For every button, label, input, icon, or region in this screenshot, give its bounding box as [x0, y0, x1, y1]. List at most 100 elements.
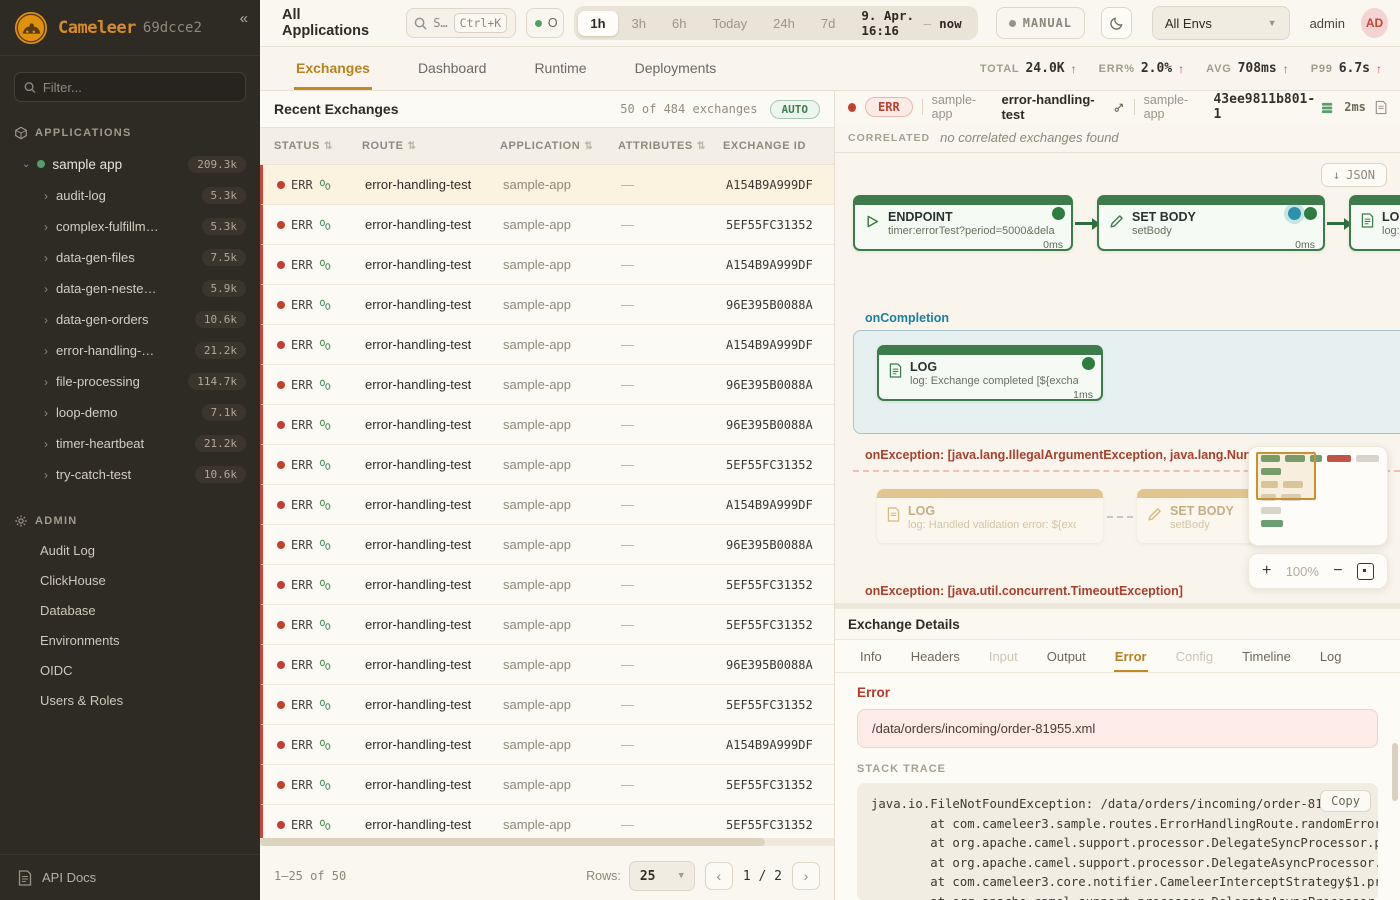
time-range-option[interactable]: 7d: [809, 11, 847, 36]
environment-select[interactable]: All Envs ▼: [1152, 6, 1290, 40]
table-footer: 1–25 of 50 Rows: 25 ▼ ‹ 1 / 2 ›: [260, 845, 834, 900]
main-tab[interactable]: Exchanges: [294, 48, 372, 90]
horizontal-scrollbar[interactable]: [260, 838, 834, 846]
prev-page-button[interactable]: ‹: [705, 862, 733, 890]
sidebar-route-item[interactable]: › loop-demo 7.1k: [0, 397, 260, 428]
stack-trace-block[interactable]: java.io.FileNotFoundException: /data/ord…: [857, 783, 1378, 900]
global-search[interactable]: S… Ctrl+K: [406, 8, 516, 38]
zoom-in-button[interactable]: +: [1262, 562, 1271, 580]
on-completion-log-node[interactable]: LOG log: Exchange completed [${exchan 1m…: [877, 345, 1103, 401]
admin-menu-item[interactable]: OIDC: [0, 655, 260, 685]
details-tab[interactable]: Error: [1114, 641, 1148, 672]
time-range-option[interactable]: 24h: [761, 11, 807, 36]
error-dot-icon: [277, 461, 285, 469]
admin-menu-item[interactable]: Audit Log: [0, 535, 260, 565]
sidebar-route-item[interactable]: › file-processing 114.7k: [0, 366, 260, 397]
admin-menu-item[interactable]: ClickHouse: [0, 565, 260, 595]
column-header[interactable]: APPLICATION ⇅: [500, 140, 618, 152]
next-page-button[interactable]: ›: [792, 862, 820, 890]
trace-footprints-icon: [319, 379, 331, 391]
details-tab[interactable]: Timeline: [1241, 641, 1292, 672]
zoom-out-button[interactable]: −: [1333, 562, 1342, 580]
admin-menu-item[interactable]: Users & Roles: [0, 685, 260, 715]
rows-per-page-select[interactable]: 25 ▼: [629, 861, 695, 891]
details-tab[interactable]: Input: [988, 641, 1019, 672]
sidebar-route-item[interactable]: › audit-log 5.3k: [0, 180, 260, 211]
time-range-option[interactable]: Today: [700, 11, 759, 36]
table-row[interactable]: ERR error-handling-test sample-app — 5EF…: [260, 685, 834, 725]
table-row[interactable]: ERR error-handling-test sample-app — A15…: [260, 245, 834, 285]
sidebar-route-item[interactable]: › try-catch-test 10.6k: [0, 459, 260, 490]
stored-stack-icon: [1321, 101, 1333, 114]
flow-node-endpoint[interactable]: ENDPOINT timer:errorTest?period=5000&del…: [853, 195, 1073, 251]
table-row[interactable]: ERR error-handling-test sample-app — 5EF…: [260, 445, 834, 485]
table-row[interactable]: ERR error-handling-test sample-app — 5EF…: [260, 765, 834, 805]
flow-node-setbody[interactable]: SET BODY setBody 0ms: [1097, 195, 1325, 251]
details-tab[interactable]: Headers: [910, 641, 961, 672]
admin-menu-item[interactable]: Database: [0, 595, 260, 625]
filter-input[interactable]: [43, 80, 236, 95]
column-header[interactable]: STATUS ⇅: [274, 140, 362, 152]
sidebar-route-item[interactable]: › data-gen-files 7.5k: [0, 242, 260, 273]
download-json-button[interactable]: ↓JSON: [1321, 163, 1387, 187]
dark-mode-toggle[interactable]: [1101, 7, 1132, 39]
sidebar-route-item[interactable]: › complex-fulfillm… 5.3k: [0, 211, 260, 242]
table-row[interactable]: ERR error-handling-test sample-app — 96E…: [260, 525, 834, 565]
table-row[interactable]: ERR error-handling-test sample-app — 96E…: [260, 365, 834, 405]
sidebar-route-item[interactable]: › error-handling-… 21.2k: [0, 335, 260, 366]
table-row[interactable]: ERR error-handling-test sample-app — 5EF…: [260, 205, 834, 245]
sidebar-route-item[interactable]: › data-gen-neste… 5.9k: [0, 273, 260, 304]
flow-canvas[interactable]: ↓JSON ENDPOINT timer:errorTest?period=50…: [835, 153, 1400, 603]
document-icon[interactable]: [1375, 100, 1387, 115]
table-row[interactable]: ERR error-handling-test sample-app — 96E…: [260, 285, 834, 325]
detail-route-name[interactable]: error-handling-test: [1001, 92, 1124, 122]
fit-view-button[interactable]: [1357, 563, 1374, 580]
live-status-pill[interactable]: O: [526, 8, 564, 38]
sidebar-route-item[interactable]: › data-gen-orders 10.6k: [0, 304, 260, 335]
table-row[interactable]: ERR error-handling-test sample-app — 96E…: [260, 405, 834, 445]
table-row[interactable]: ERR error-handling-test sample-app — A15…: [260, 485, 834, 525]
collapse-sidebar-icon[interactable]: «: [240, 10, 248, 27]
exception-log-node[interactable]: LOG log: Handled validation error: ${exc…: [877, 489, 1103, 543]
table-row[interactable]: ERR error-handling-test sample-app — 5EF…: [260, 565, 834, 605]
time-range-option[interactable]: 1h: [578, 11, 617, 36]
log-document-icon: [889, 363, 902, 378]
details-tab[interactable]: Info: [859, 641, 883, 672]
admin-menu-item[interactable]: Environments: [0, 625, 260, 655]
column-header[interactable]: ATTRIBUTES ⇅: [618, 140, 723, 152]
column-header[interactable]: EXCHANGE ID: [723, 140, 834, 152]
table-row[interactable]: ERR error-handling-test sample-app — A15…: [260, 725, 834, 765]
time-range-option[interactable]: 6h: [660, 11, 698, 36]
time-range-option[interactable]: 3h: [620, 11, 658, 36]
table-row[interactable]: ERR error-handling-test sample-app — A15…: [260, 325, 834, 365]
manual-refresh-button[interactable]: MANUAL: [996, 7, 1085, 39]
date-range[interactable]: 9. Apr. 16:16 – now: [849, 8, 973, 38]
flow-node-log[interactable]: LOG log: Sta: [1349, 195, 1400, 251]
success-dot-icon: [1304, 207, 1317, 220]
error-dot-icon: [277, 621, 285, 629]
auto-refresh-badge[interactable]: AUTO: [770, 100, 821, 119]
copy-button[interactable]: Copy: [1320, 790, 1371, 812]
sidebar-filter[interactable]: [14, 72, 246, 102]
main-tab[interactable]: Deployments: [633, 48, 719, 90]
stat: ERR% 2.0% ↑: [1099, 61, 1185, 76]
table-row[interactable]: ERR error-handling-test sample-app — A15…: [260, 165, 834, 205]
details-tab[interactable]: Output: [1046, 641, 1087, 672]
chevron-right-icon: ›: [44, 220, 48, 234]
details-tab[interactable]: Log: [1319, 641, 1343, 672]
api-docs-link[interactable]: API Docs: [0, 854, 260, 900]
flow-minimap[interactable]: [1248, 446, 1388, 546]
sidebar-route-item[interactable]: › timer-heartbeat 21.2k: [0, 428, 260, 459]
sidebar-item-sample-app[interactable]: ⌄ sample app 209.3k: [0, 148, 260, 180]
details-tab[interactable]: Config: [1175, 641, 1215, 672]
minimap-viewport[interactable]: [1256, 452, 1316, 500]
column-header[interactable]: ROUTE ⇅: [362, 140, 500, 152]
vertical-scrollbar[interactable]: [1392, 743, 1398, 801]
avatar[interactable]: AD: [1361, 8, 1388, 38]
table-row[interactable]: ERR error-handling-test sample-app — 5EF…: [260, 605, 834, 645]
main-tab[interactable]: Dashboard: [416, 48, 489, 90]
table-row[interactable]: ERR error-handling-test sample-app — 96E…: [260, 645, 834, 685]
time-range-control: 1h3h6hToday24h7d 9. Apr. 16:16 – now: [574, 6, 977, 40]
detail-exchange-id[interactable]: 43ee9811b801-1: [1213, 92, 1333, 122]
main-tab[interactable]: Runtime: [532, 48, 588, 90]
